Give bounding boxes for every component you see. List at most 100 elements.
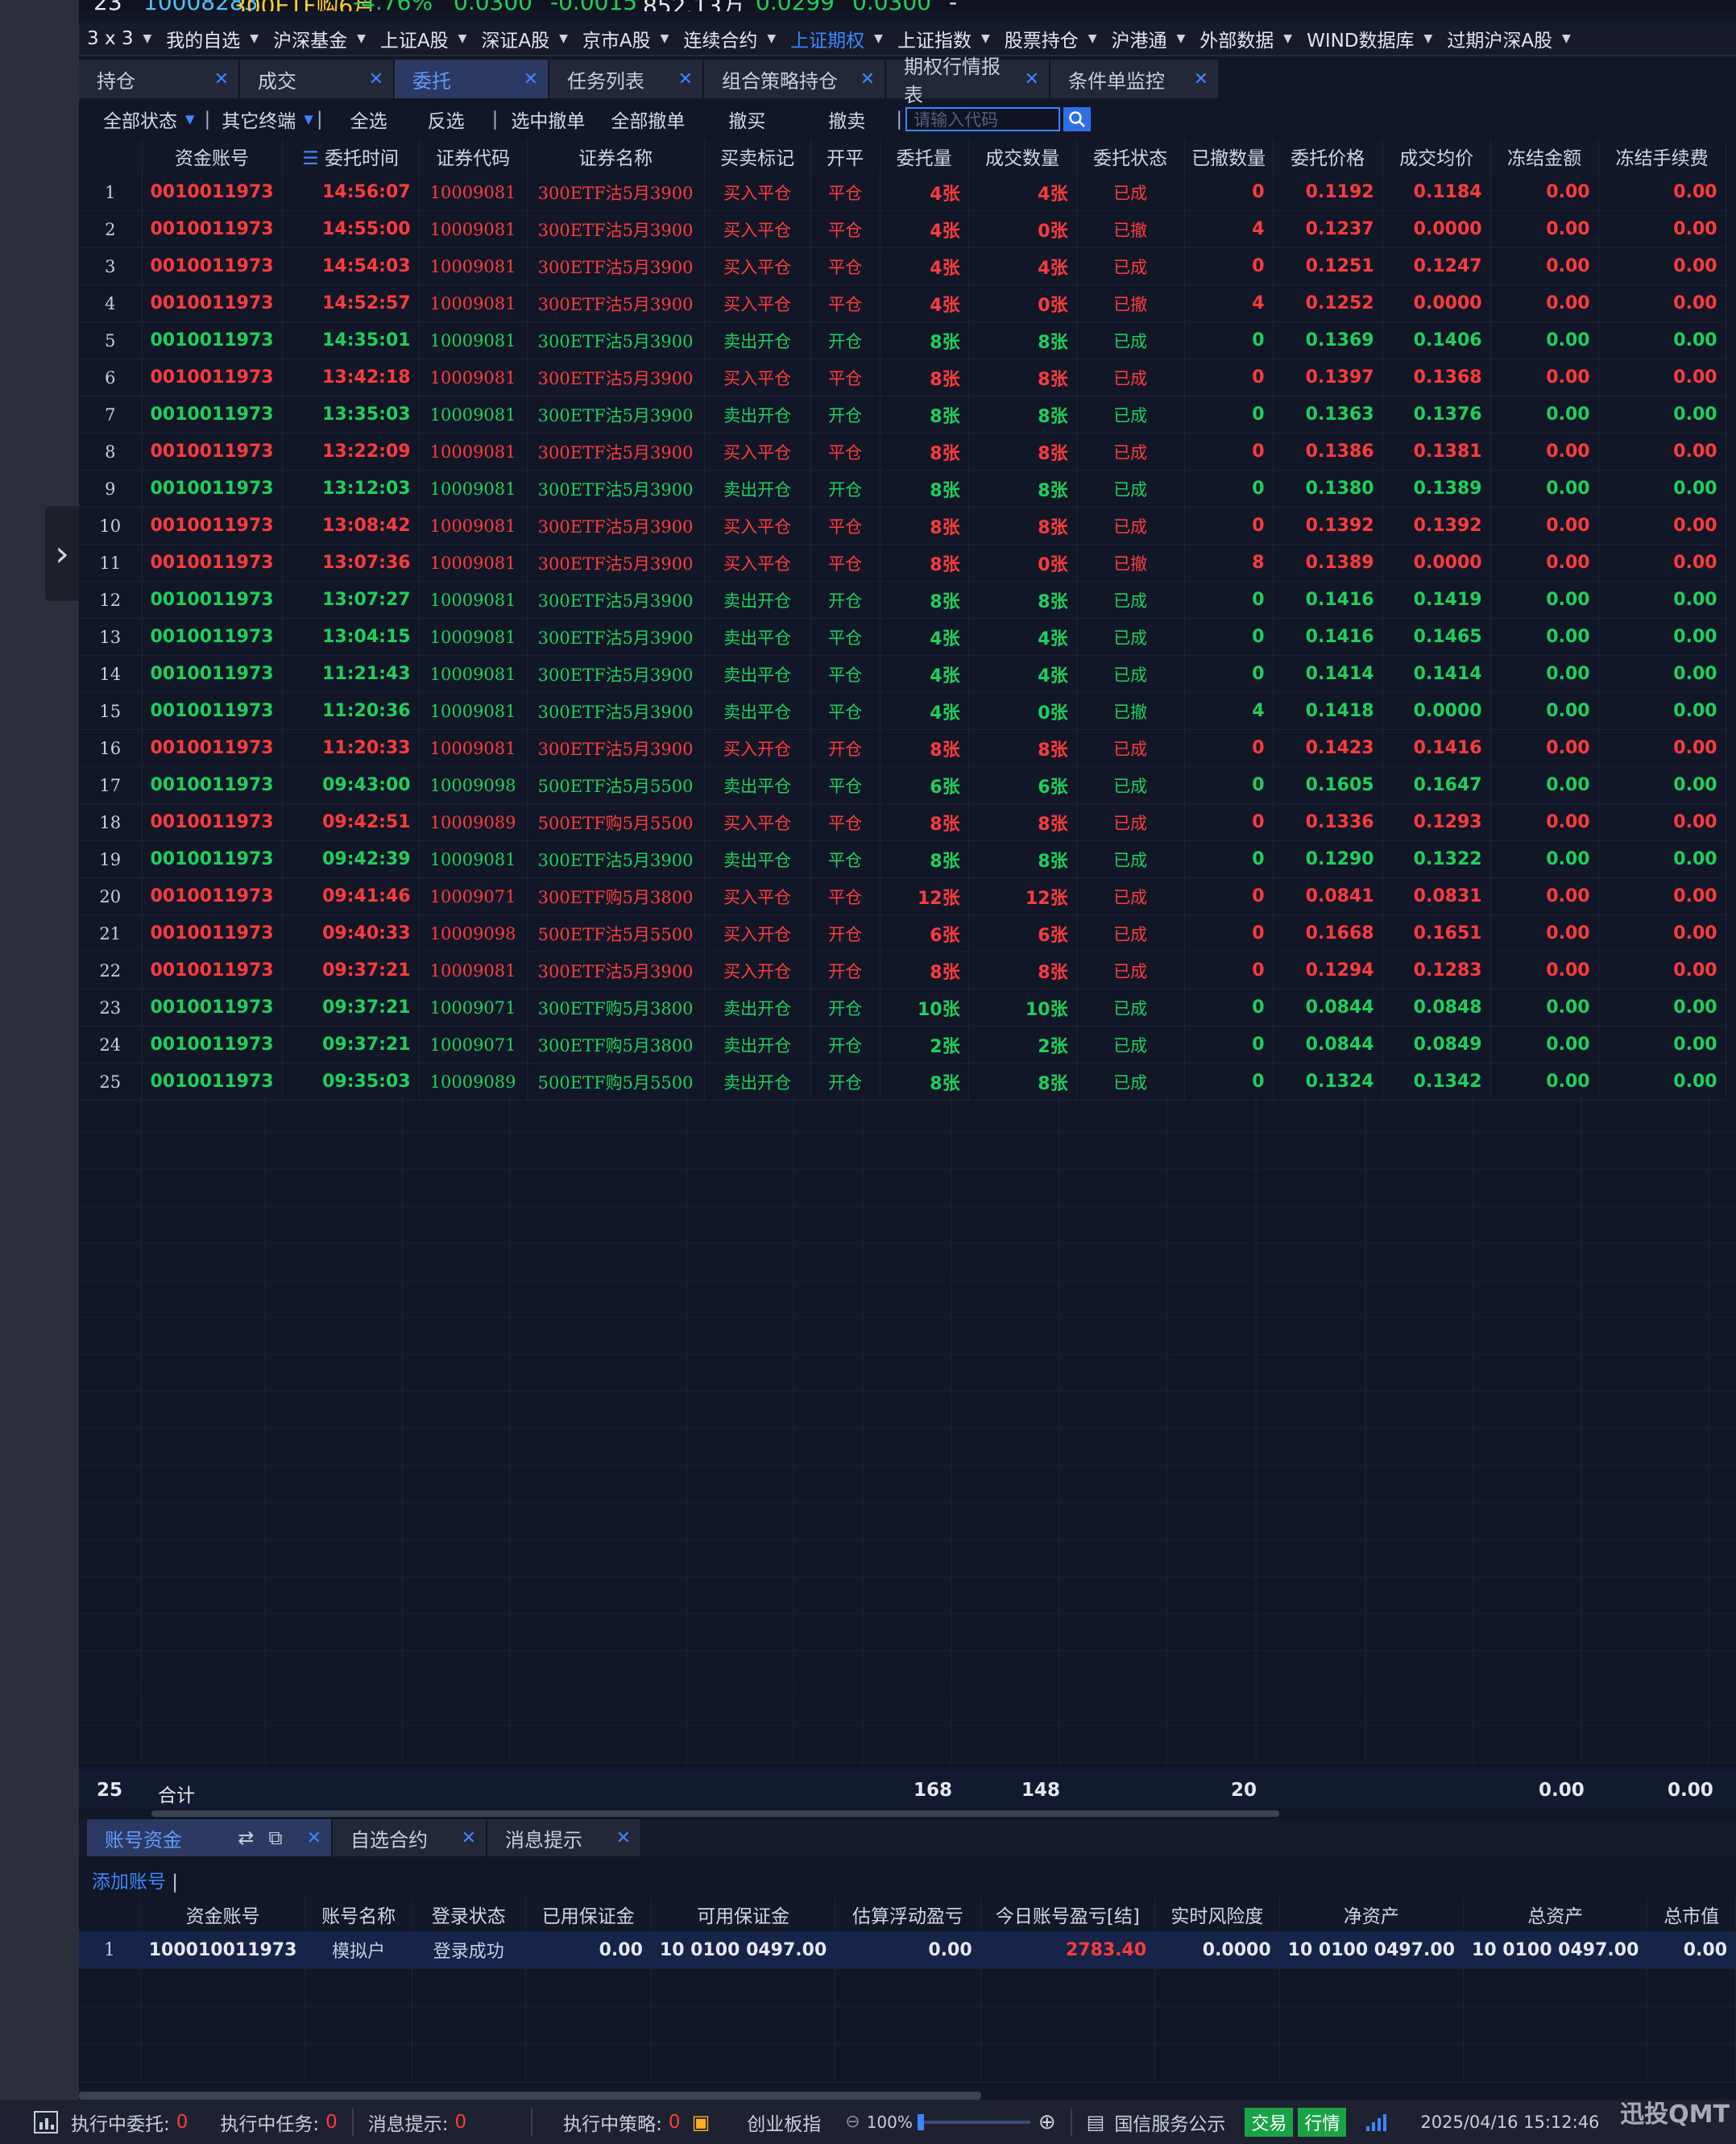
column-header[interactable]: 证券名称 (527, 139, 705, 174)
close-icon[interactable]: ✕ (214, 69, 229, 89)
zoom-out-icon[interactable]: ⊖ (845, 2112, 860, 2132)
column-header[interactable]: 今日账号盈亏[结] (980, 1897, 1156, 1931)
menu-item-2[interactable]: 沪深基金 ▼ (265, 25, 372, 52)
column-header[interactable]: 账号名称 (305, 1897, 412, 1931)
column-header[interactable]: 冻结金额 (1490, 139, 1599, 174)
menu-item-11[interactable]: 外部数据 ▼ (1191, 25, 1299, 52)
other-terminal-dropdown[interactable]: 其它终端 ▼ (222, 106, 313, 133)
column-header[interactable]: 成交均价 (1382, 139, 1491, 174)
menu-item-9[interactable]: 股票持仓 ▼ (996, 25, 1104, 52)
menu-item-0[interactable]: 3 x 3 ▼ (79, 28, 158, 49)
tab-0[interactable]: 持仓 ✕ (79, 60, 240, 98)
close-icon[interactable]: ✕ (524, 69, 538, 89)
close-icon[interactable]: ✕ (1194, 69, 1208, 89)
order-row[interactable]: 22 0010011973 09:37:21 10009081 300ETF沽5月390… (79, 952, 1726, 989)
cancel-buy-button[interactable]: 撤买 (728, 106, 765, 133)
column-header[interactable]: 开平 (810, 139, 880, 174)
column-header[interactable]: 冻结手续费 (1598, 139, 1726, 174)
order-row[interactable]: 17 0010011973 09:43:00 10009098 500ETF沽5月550… (79, 766, 1726, 804)
column-header[interactable]: 委托价格 (1273, 139, 1383, 174)
tab-messages[interactable]: 消息提示 ✕ (487, 1819, 642, 1856)
search-button[interactable] (1063, 107, 1092, 131)
column-header[interactable]: 总资产 (1463, 1897, 1648, 1931)
order-horizontal-scrollbar[interactable] (151, 1810, 1279, 1817)
exec-tasks-status[interactable]: 执行中任务: 0 (220, 2109, 337, 2136)
tab-4[interactable]: 组合策略持仓 ✕ (704, 60, 886, 98)
order-row[interactable]: 12 0010011973 13:07:27 10009081 300ETF沽5月390… (79, 581, 1726, 619)
menu-item-5[interactable]: 京市A股 ▼ (574, 25, 676, 52)
column-header[interactable]: 证券代码 (419, 139, 528, 174)
column-header[interactable]: 可用保证金 (651, 1897, 836, 1931)
order-row[interactable]: 9 0010011973 13:12:03 10009081 300ETF沽5月3900… (79, 470, 1726, 508)
sort-icon[interactable]: ☰ (302, 148, 325, 169)
order-row[interactable]: 4 0010011973 14:52:57 10009081 300ETF沽5月3900… (79, 284, 1726, 322)
tab-account-funds[interactable]: 账号资金 ⇄ ⧉ ✕ (87, 1819, 333, 1856)
order-row[interactable]: 13 0010011973 13:04:15 10009081 300ETF沽5月390… (79, 618, 1726, 656)
zoom-slider-thumb[interactable] (917, 2113, 924, 2130)
menu-item-12[interactable]: WIND数据库 ▼ (1299, 25, 1439, 52)
order-row[interactable]: 14 0010011973 11:21:43 10009081 300ETF沽5月390… (79, 655, 1726, 693)
exec-strategy-status[interactable]: 执行中策略: 0 (563, 2109, 680, 2136)
tab-watchlist-contracts[interactable]: 自选合约 ✕ (333, 1819, 487, 1856)
column-header[interactable]: 净资产 (1279, 1897, 1465, 1931)
zoom-in-icon[interactable]: ⊕ (1038, 2110, 1056, 2134)
order-row[interactable]: 10 0010011973 13:08:42 10009081 300ETF沽5月390… (79, 507, 1726, 545)
add-account-link[interactable]: 添加账号 | (92, 1866, 178, 1893)
column-header[interactable] (79, 139, 143, 174)
menu-item-8[interactable]: 上证指数 ▼ (889, 25, 996, 52)
menu-item-7[interactable]: 上证期权 ▼ (782, 25, 889, 52)
column-header[interactable]: 委托状态 (1076, 139, 1185, 174)
column-header[interactable]: 估算浮动盈亏 (835, 1897, 981, 1931)
column-header[interactable]: 委托量 (880, 139, 969, 174)
all-status-dropdown[interactable]: 全部状态 ▼ (103, 106, 195, 133)
order-row[interactable]: 23 0010011973 09:37:21 10009071 300ETF购5月380… (79, 989, 1726, 1026)
expand-panel-button[interactable]: › (45, 506, 79, 601)
index-ticker[interactable]: 创业板指 (747, 2109, 821, 2136)
order-row[interactable]: 18 0010011973 09:42:51 10009089 500ETF购5月550… (79, 803, 1726, 841)
quote-button[interactable]: 行情 (1298, 2107, 1347, 2137)
popout-icon[interactable]: ⧉ (268, 1827, 282, 1849)
close-icon[interactable]: ✕ (1025, 69, 1039, 89)
menu-item-10[interactable]: 沪港通 ▼ (1104, 25, 1192, 52)
order-row[interactable]: 3 0010011973 14:54:03 10009081 300ETF沽5月3900… (79, 247, 1726, 285)
column-header[interactable]: 资金账号 (140, 1897, 306, 1931)
order-row[interactable]: 7 0010011973 13:35:03 10009081 300ETF沽5月3900… (79, 396, 1726, 433)
invert-select-button[interactable]: 反选 (428, 106, 465, 133)
column-header[interactable]: 已撤数量 (1184, 139, 1274, 174)
menu-item-13[interactable]: 过期沪深A股 ▼ (1439, 25, 1577, 52)
trade-button[interactable]: 交易 (1245, 2107, 1294, 2137)
order-row[interactable]: 19 0010011973 09:42:39 10009081 300ETF沽5月390… (79, 840, 1726, 878)
close-icon[interactable]: ✕ (616, 1828, 631, 1848)
order-row[interactable]: 16 0010011973 11:20:33 10009081 300ETF沽5月390… (79, 729, 1726, 767)
column-header[interactable]: 实时风险度 (1154, 1897, 1280, 1931)
close-icon[interactable]: ✕ (369, 69, 383, 89)
order-row[interactable]: 6 0010011973 13:42:18 10009081 300ETF沽5月3900… (79, 359, 1726, 396)
tab-3[interactable]: 任务列表 ✕ (549, 60, 704, 98)
order-row[interactable]: 24 0010011973 09:37:21 10009071 300ETF购5月380… (79, 1026, 1726, 1064)
order-row[interactable]: 1 0010011973 14:56:07 10009081 300ETF沽5月3900… (79, 174, 1726, 211)
menu-item-3[interactable]: 上证A股 ▼ (372, 25, 474, 52)
column-header[interactable]: 登录状态 (412, 1897, 526, 1931)
column-header[interactable]: 买卖标记 (704, 139, 811, 174)
menu-item-4[interactable]: 深证A股 ▼ (473, 25, 574, 52)
messages-status[interactable]: 消息提示: 0 (368, 2109, 466, 2136)
close-icon[interactable]: ✕ (462, 1828, 476, 1848)
exec-orders-status[interactable]: 执行中委托: 0 (71, 2109, 188, 2136)
column-header[interactable] (79, 1897, 141, 1931)
order-row[interactable]: 20 0010011973 09:41:46 10009071 300ETF购5月380… (79, 877, 1726, 915)
order-row[interactable]: 21 0010011973 09:40:33 10009098 500ETF沽5月550… (79, 914, 1726, 952)
column-header[interactable]: ☰ 委托时间 (282, 139, 420, 174)
column-header[interactable]: 总市值 (1647, 1897, 1736, 1931)
cancel-selected-button[interactable]: 选中撤单 (511, 106, 585, 133)
order-row[interactable]: 11 0010011973 13:07:36 10009081 300ETF沽5月390… (79, 544, 1726, 582)
code-search-input[interactable]: 请输入代码 (905, 107, 1061, 131)
column-header[interactable]: 成交数量 (968, 139, 1077, 174)
column-header[interactable]: 资金账号 (142, 139, 283, 174)
account-horizontal-scrollbar[interactable] (79, 2092, 981, 2100)
order-row[interactable]: 2 0010011973 14:55:00 10009081 300ETF沽5月3900… (79, 210, 1726, 248)
service-notice-link[interactable]: 国信服务公示 (1114, 2109, 1225, 2136)
order-row[interactable]: 15 0010011973 11:20:36 10009081 300ETF沽5月390… (79, 692, 1726, 730)
tab-1[interactable]: 成交 ✕ (240, 60, 395, 98)
close-icon[interactable]: ✕ (307, 1828, 321, 1848)
swap-icon[interactable]: ⇄ (238, 1827, 254, 1849)
